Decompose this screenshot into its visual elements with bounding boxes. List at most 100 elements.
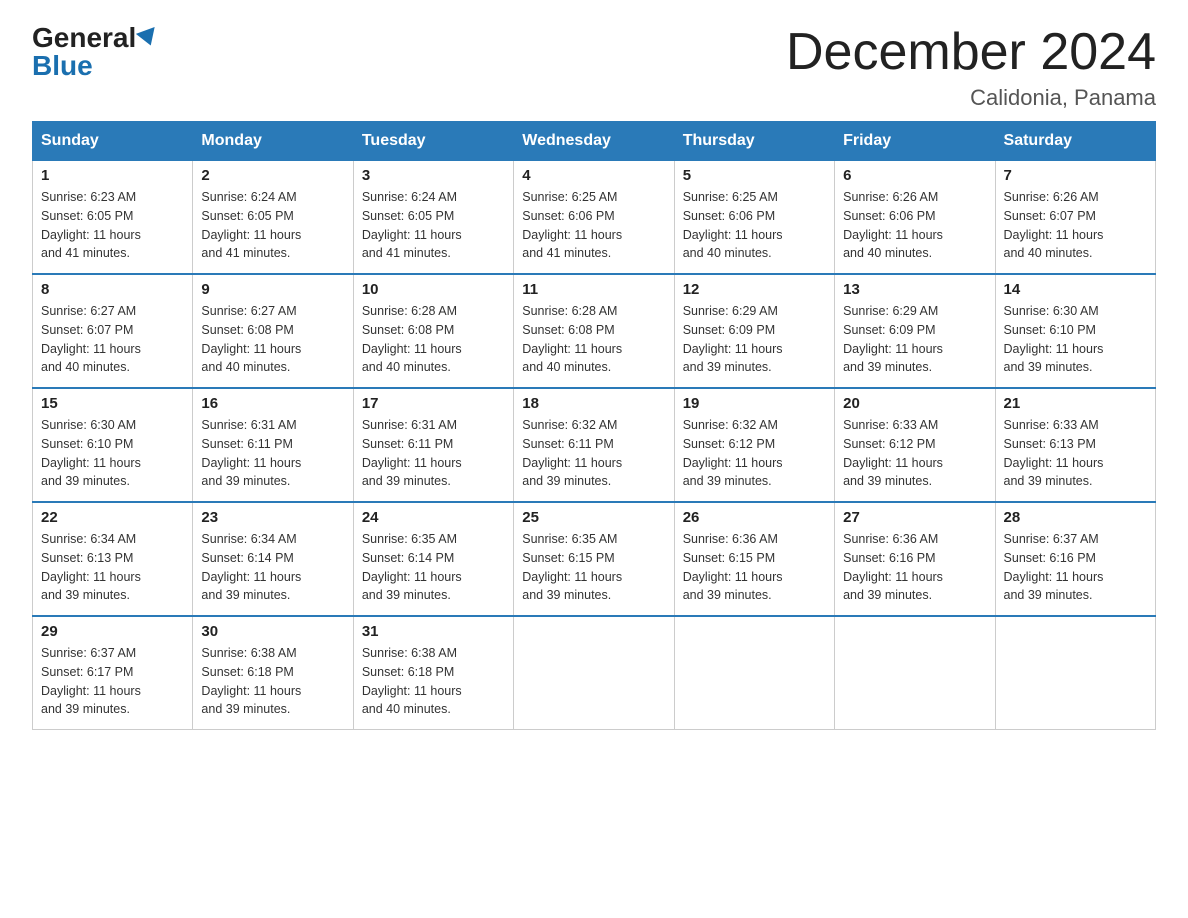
day-number: 6 [843, 167, 986, 184]
calendar-day-cell: 5 Sunrise: 6:25 AM Sunset: 6:06 PM Dayli… [674, 161, 834, 275]
calendar-day-cell: 8 Sunrise: 6:27 AM Sunset: 6:07 PM Dayli… [33, 274, 193, 388]
calendar-day-cell: 31 Sunrise: 6:38 AM Sunset: 6:18 PM Dayl… [353, 616, 513, 730]
calendar-day-cell: 14 Sunrise: 6:30 AM Sunset: 6:10 PM Dayl… [995, 274, 1155, 388]
day-number: 17 [362, 395, 505, 412]
calendar-day-cell: 10 Sunrise: 6:28 AM Sunset: 6:08 PM Dayl… [353, 274, 513, 388]
calendar-day-cell [674, 616, 834, 730]
day-info: Sunrise: 6:29 AM Sunset: 6:09 PM Dayligh… [683, 302, 826, 377]
header-friday: Friday [835, 122, 995, 161]
day-info: Sunrise: 6:33 AM Sunset: 6:12 PM Dayligh… [843, 416, 986, 491]
day-number: 19 [683, 395, 826, 412]
header-sunday: Sunday [33, 122, 193, 161]
day-info: Sunrise: 6:37 AM Sunset: 6:16 PM Dayligh… [1004, 530, 1147, 605]
day-info: Sunrise: 6:28 AM Sunset: 6:08 PM Dayligh… [362, 302, 505, 377]
calendar-table: SundayMondayTuesdayWednesdayThursdayFrid… [32, 121, 1156, 730]
calendar-day-cell: 16 Sunrise: 6:31 AM Sunset: 6:11 PM Dayl… [193, 388, 353, 502]
day-info: Sunrise: 6:26 AM Sunset: 6:07 PM Dayligh… [1004, 188, 1147, 263]
calendar-week-row: 29 Sunrise: 6:37 AM Sunset: 6:17 PM Dayl… [33, 616, 1156, 730]
calendar-week-row: 8 Sunrise: 6:27 AM Sunset: 6:07 PM Dayli… [33, 274, 1156, 388]
day-number: 16 [201, 395, 344, 412]
day-info: Sunrise: 6:29 AM Sunset: 6:09 PM Dayligh… [843, 302, 986, 377]
day-info: Sunrise: 6:26 AM Sunset: 6:06 PM Dayligh… [843, 188, 986, 263]
day-info: Sunrise: 6:34 AM Sunset: 6:14 PM Dayligh… [201, 530, 344, 605]
calendar-day-cell: 27 Sunrise: 6:36 AM Sunset: 6:16 PM Dayl… [835, 502, 995, 616]
day-number: 21 [1004, 395, 1147, 412]
calendar-day-cell: 4 Sunrise: 6:25 AM Sunset: 6:06 PM Dayli… [514, 161, 674, 275]
calendar-day-cell [995, 616, 1155, 730]
day-info: Sunrise: 6:25 AM Sunset: 6:06 PM Dayligh… [683, 188, 826, 263]
calendar-week-row: 22 Sunrise: 6:34 AM Sunset: 6:13 PM Dayl… [33, 502, 1156, 616]
day-info: Sunrise: 6:38 AM Sunset: 6:18 PM Dayligh… [362, 644, 505, 719]
day-info: Sunrise: 6:28 AM Sunset: 6:08 PM Dayligh… [522, 302, 665, 377]
calendar-day-cell: 24 Sunrise: 6:35 AM Sunset: 6:14 PM Dayl… [353, 502, 513, 616]
day-number: 30 [201, 623, 344, 640]
calendar-day-cell: 23 Sunrise: 6:34 AM Sunset: 6:14 PM Dayl… [193, 502, 353, 616]
calendar-day-cell: 15 Sunrise: 6:30 AM Sunset: 6:10 PM Dayl… [33, 388, 193, 502]
day-number: 29 [41, 623, 184, 640]
calendar-day-cell: 22 Sunrise: 6:34 AM Sunset: 6:13 PM Dayl… [33, 502, 193, 616]
calendar-day-cell: 1 Sunrise: 6:23 AM Sunset: 6:05 PM Dayli… [33, 161, 193, 275]
calendar-day-cell: 19 Sunrise: 6:32 AM Sunset: 6:12 PM Dayl… [674, 388, 834, 502]
day-number: 10 [362, 281, 505, 298]
calendar-week-row: 15 Sunrise: 6:30 AM Sunset: 6:10 PM Dayl… [33, 388, 1156, 502]
calendar-day-cell [835, 616, 995, 730]
day-number: 5 [683, 167, 826, 184]
calendar-day-cell: 3 Sunrise: 6:24 AM Sunset: 6:05 PM Dayli… [353, 161, 513, 275]
day-number: 28 [1004, 509, 1147, 526]
header-thursday: Thursday [674, 122, 834, 161]
calendar-day-cell: 11 Sunrise: 6:28 AM Sunset: 6:08 PM Dayl… [514, 274, 674, 388]
calendar-day-cell: 28 Sunrise: 6:37 AM Sunset: 6:16 PM Dayl… [995, 502, 1155, 616]
day-number: 24 [362, 509, 505, 526]
day-number: 18 [522, 395, 665, 412]
calendar-day-cell: 12 Sunrise: 6:29 AM Sunset: 6:09 PM Dayl… [674, 274, 834, 388]
header-wednesday: Wednesday [514, 122, 674, 161]
day-number: 7 [1004, 167, 1147, 184]
logo-blue-text: Blue [32, 52, 93, 80]
month-title: December 2024 [786, 24, 1156, 81]
day-number: 25 [522, 509, 665, 526]
day-info: Sunrise: 6:34 AM Sunset: 6:13 PM Dayligh… [41, 530, 184, 605]
day-info: Sunrise: 6:36 AM Sunset: 6:16 PM Dayligh… [843, 530, 986, 605]
day-info: Sunrise: 6:31 AM Sunset: 6:11 PM Dayligh… [201, 416, 344, 491]
logo-triangle-icon [136, 27, 160, 49]
location-title: Calidonia, Panama [786, 85, 1156, 111]
day-number: 13 [843, 281, 986, 298]
day-info: Sunrise: 6:23 AM Sunset: 6:05 PM Dayligh… [41, 188, 184, 263]
day-number: 1 [41, 167, 184, 184]
header-monday: Monday [193, 122, 353, 161]
title-block: December 2024 Calidonia, Panama [786, 24, 1156, 111]
day-info: Sunrise: 6:27 AM Sunset: 6:08 PM Dayligh… [201, 302, 344, 377]
calendar-day-cell: 9 Sunrise: 6:27 AM Sunset: 6:08 PM Dayli… [193, 274, 353, 388]
calendar-day-cell: 13 Sunrise: 6:29 AM Sunset: 6:09 PM Dayl… [835, 274, 995, 388]
day-info: Sunrise: 6:24 AM Sunset: 6:05 PM Dayligh… [362, 188, 505, 263]
day-info: Sunrise: 6:38 AM Sunset: 6:18 PM Dayligh… [201, 644, 344, 719]
day-number: 22 [41, 509, 184, 526]
logo-general-text: General [32, 24, 136, 52]
day-info: Sunrise: 6:25 AM Sunset: 6:06 PM Dayligh… [522, 188, 665, 263]
day-number: 20 [843, 395, 986, 412]
day-number: 8 [41, 281, 184, 298]
calendar-header-row: SundayMondayTuesdayWednesdayThursdayFrid… [33, 122, 1156, 161]
day-number: 15 [41, 395, 184, 412]
day-info: Sunrise: 6:24 AM Sunset: 6:05 PM Dayligh… [201, 188, 344, 263]
day-info: Sunrise: 6:32 AM Sunset: 6:11 PM Dayligh… [522, 416, 665, 491]
day-info: Sunrise: 6:30 AM Sunset: 6:10 PM Dayligh… [41, 416, 184, 491]
calendar-day-cell [514, 616, 674, 730]
logo: General Blue [32, 24, 158, 80]
day-info: Sunrise: 6:30 AM Sunset: 6:10 PM Dayligh… [1004, 302, 1147, 377]
day-info: Sunrise: 6:36 AM Sunset: 6:15 PM Dayligh… [683, 530, 826, 605]
day-number: 9 [201, 281, 344, 298]
day-info: Sunrise: 6:27 AM Sunset: 6:07 PM Dayligh… [41, 302, 184, 377]
day-number: 27 [843, 509, 986, 526]
day-number: 11 [522, 281, 665, 298]
day-number: 4 [522, 167, 665, 184]
day-number: 31 [362, 623, 505, 640]
page-header: General Blue December 2024 Calidonia, Pa… [32, 24, 1156, 111]
calendar-day-cell: 30 Sunrise: 6:38 AM Sunset: 6:18 PM Dayl… [193, 616, 353, 730]
day-number: 23 [201, 509, 344, 526]
calendar-day-cell: 25 Sunrise: 6:35 AM Sunset: 6:15 PM Dayl… [514, 502, 674, 616]
day-info: Sunrise: 6:32 AM Sunset: 6:12 PM Dayligh… [683, 416, 826, 491]
day-info: Sunrise: 6:35 AM Sunset: 6:15 PM Dayligh… [522, 530, 665, 605]
day-info: Sunrise: 6:31 AM Sunset: 6:11 PM Dayligh… [362, 416, 505, 491]
calendar-day-cell: 17 Sunrise: 6:31 AM Sunset: 6:11 PM Dayl… [353, 388, 513, 502]
